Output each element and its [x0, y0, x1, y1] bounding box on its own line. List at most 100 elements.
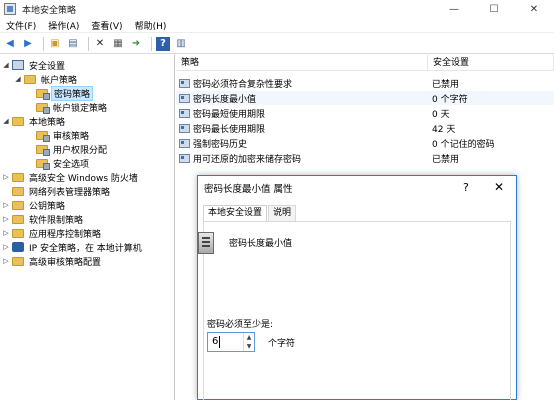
tab-local-security-setting[interactable]: 本地安全设置 — [203, 205, 268, 222]
dialog-title-bar: 密码长度最小值 属性 ? ✕ — [198, 176, 516, 200]
tree-item-network-list[interactable]: 网络列表管理器策略 — [2, 184, 112, 198]
tree-item-applocker[interactable]: ▷ 应用程序控制策略 — [2, 226, 103, 240]
policy-name: 密码最短使用期限 — [193, 109, 266, 120]
collapse-arrow-icon[interactable]: ◢ — [14, 75, 22, 83]
tree-label: 公钥策略 — [29, 201, 66, 212]
folder-icon — [12, 172, 24, 182]
tree-item-password-policy[interactable]: 密码策略 — [26, 85, 94, 101]
tree-item-user-rights[interactable]: 用户权限分配 — [26, 142, 109, 156]
forward-arrow-icon[interactable]: ▶ — [21, 37, 35, 51]
table-row[interactable]: 密码最短使用期限 0 天 — [176, 106, 554, 120]
policy-icon — [179, 123, 190, 133]
tree-item-local-policies[interactable]: ◢ 本地策略 — [2, 114, 67, 128]
stepper-arrows[interactable]: ▲ ▼ — [243, 333, 254, 351]
dialog-help-button[interactable]: ? — [463, 181, 469, 194]
table-row[interactable]: 密码长度最小值 0 个字符 — [176, 91, 554, 105]
export-icon[interactable]: ➜ — [129, 37, 143, 51]
policy-name: 密码最长使用期限 — [193, 124, 266, 135]
policy-name: 强制密码历史 — [193, 139, 248, 150]
folder-icon — [12, 116, 24, 126]
toolbar: ◀ ▶ ▣ ▤ ✕ ▦ ➜ ? ▥ — [0, 34, 554, 54]
policy-icon — [179, 108, 190, 118]
tree-label: 高级审核策略配置 — [29, 257, 102, 268]
tree-label: 安全选项 — [53, 159, 90, 170]
folder-icon — [36, 88, 50, 100]
minimize-button[interactable]: — — [434, 0, 474, 18]
expand-arrow-icon[interactable]: ▷ — [2, 201, 10, 209]
menu-help[interactable]: 帮助(H) — [129, 19, 173, 32]
folder-icon — [36, 144, 50, 156]
title-bar: 本地安全策略 — ☐ ✕ — [0, 0, 554, 18]
tree-item-security-options[interactable]: 安全选项 — [26, 156, 91, 170]
table-row[interactable]: 密码最长使用期限 42 天 — [176, 121, 554, 135]
policy-name: 密码必须符合复杂性要求 — [193, 79, 293, 90]
minimum-length-stepper[interactable]: 6 ▲ ▼ — [207, 332, 255, 352]
close-button[interactable]: ✕ — [514, 0, 554, 18]
folder-icon — [36, 158, 50, 170]
properties-icon[interactable]: ▦ — [111, 37, 125, 51]
policy-icon — [179, 138, 190, 148]
policy-icon — [179, 93, 190, 103]
tree-label: 密码策略 — [51, 85, 94, 101]
properties-dialog: 密码长度最小值 属性 ? ✕ 本地安全设置 说明 密码长度最小值 密码必须至少是… — [197, 175, 517, 400]
list-header: 策略 安全设置 — [176, 55, 554, 71]
tree-pane: ◢ 安全设置 ◢ 帐户策略 密码策略 帐户锁定策略 ◢ 本地策略 审核策略 用户… — [0, 55, 175, 400]
tree-item-software-restriction[interactable]: ▷ 软件限制策略 — [2, 212, 85, 226]
table-row[interactable]: 用可还原的加密来储存密码 已禁用 — [176, 151, 554, 165]
stepper-down-icon[interactable]: ▼ — [247, 343, 252, 350]
dialog-close-button[interactable]: ✕ — [494, 180, 504, 194]
tree-label: 安全设置 — [29, 61, 66, 72]
collapse-arrow-icon[interactable]: ◢ — [2, 61, 10, 69]
expand-arrow-icon[interactable]: ▷ — [2, 257, 10, 265]
unit-label: 个字符 — [268, 339, 296, 349]
console-icon[interactable]: ▥ — [174, 37, 188, 51]
expand-arrow-icon[interactable]: ▷ — [2, 173, 10, 181]
server-icon — [198, 232, 214, 254]
tree-item-audit-policy[interactable]: 审核策略 — [26, 128, 91, 142]
tree-item-ipsec[interactable]: ▷ IP 安全策略，在 本地计算机 — [2, 240, 144, 254]
dialog-title: 密码长度最小值 属性 — [204, 184, 293, 195]
tree-item-account-policies[interactable]: ◢ 帐户策略 — [14, 72, 79, 86]
policy-name: 密码长度最小值 — [193, 94, 257, 105]
tree-label: 用户权限分配 — [53, 145, 108, 156]
expand-arrow-icon[interactable]: ▷ — [2, 243, 10, 251]
expand-arrow-icon[interactable]: ▷ — [2, 215, 10, 223]
tree-item-lockout-policy[interactable]: 帐户锁定策略 — [26, 100, 109, 114]
back-arrow-icon[interactable]: ◀ — [3, 37, 17, 51]
tree-item-advanced-audit[interactable]: ▷ 高级审核策略配置 — [2, 254, 103, 268]
expand-arrow-icon[interactable]: ▷ — [2, 229, 10, 237]
tree-item-public-key[interactable]: ▷ 公钥策略 — [2, 198, 67, 212]
toolbar-separator — [151, 36, 152, 51]
tree-label: 应用程序控制策略 — [29, 229, 102, 240]
window-controls: — ☐ ✕ — [434, 0, 554, 18]
menu-file[interactable]: 文件(F) — [0, 19, 42, 32]
policy-icon — [179, 78, 190, 88]
tree-label: 网络列表管理器策略 — [29, 187, 111, 198]
folder-icon — [12, 214, 24, 224]
tree-item-firewall[interactable]: ▷ 高级安全 Windows 防火墙 — [2, 170, 140, 184]
delete-icon[interactable]: ✕ — [93, 37, 107, 51]
tree-label: 软件限制策略 — [29, 215, 84, 226]
tree-label: 帐户策略 — [41, 75, 78, 86]
maximize-button[interactable]: ☐ — [474, 0, 514, 18]
show-hide-tree-icon[interactable]: ▤ — [66, 37, 80, 51]
help-icon[interactable]: ? — [156, 36, 170, 51]
tree-item-security-settings[interactable]: ◢ 安全设置 — [2, 58, 67, 72]
table-row[interactable]: 密码必须符合复杂性要求 已禁用 — [176, 76, 554, 90]
folder-icon — [12, 256, 24, 266]
stepper-value[interactable]: 6 — [212, 336, 218, 347]
policy-icon — [179, 153, 190, 163]
folder-icon — [36, 102, 50, 114]
policy-name: 用可还原的加密来储存密码 — [193, 154, 302, 165]
policy-value: 0 天 — [432, 109, 450, 120]
policy-value: 已禁用 — [432, 79, 460, 90]
tab-explain[interactable]: 说明 — [268, 205, 297, 221]
menu-view[interactable]: 查看(V) — [85, 19, 128, 32]
menu-action[interactable]: 操作(A) — [42, 19, 85, 32]
table-row[interactable]: 强制密码历史 0 个记住的密码 — [176, 136, 554, 150]
column-header-policy[interactable]: 策略 — [176, 55, 428, 71]
up-folder-icon[interactable]: ▣ — [48, 37, 62, 51]
collapse-arrow-icon[interactable]: ◢ — [2, 117, 10, 125]
column-header-setting[interactable]: 安全设置 — [428, 55, 554, 71]
stepper-up-icon[interactable]: ▲ — [247, 334, 252, 341]
